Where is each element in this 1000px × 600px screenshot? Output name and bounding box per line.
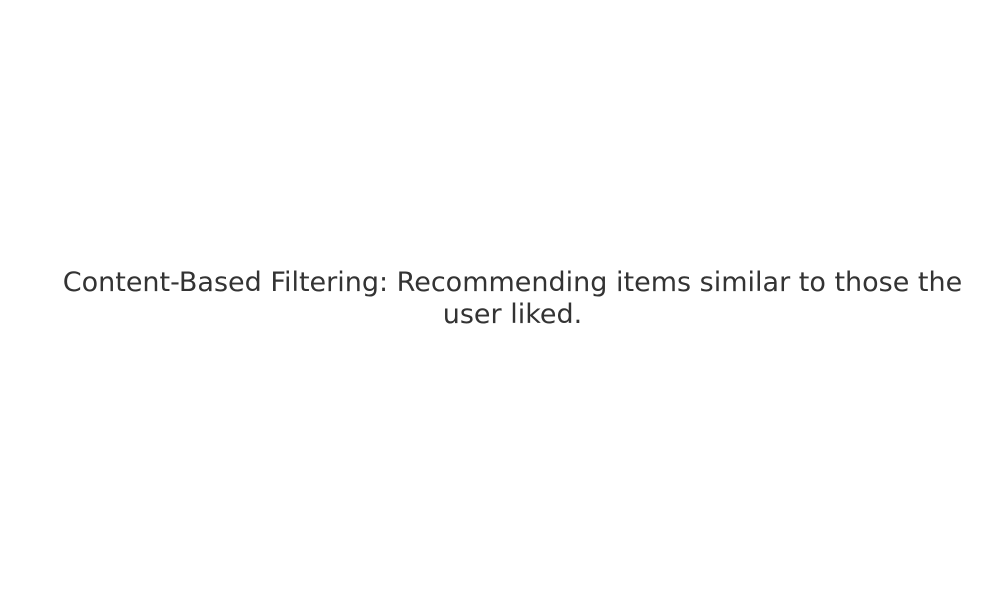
slide-canvas: Content-Based Filtering: Recommending it… xyxy=(0,0,1000,600)
caption-text: Content-Based Filtering: Recommending it… xyxy=(62,267,963,330)
